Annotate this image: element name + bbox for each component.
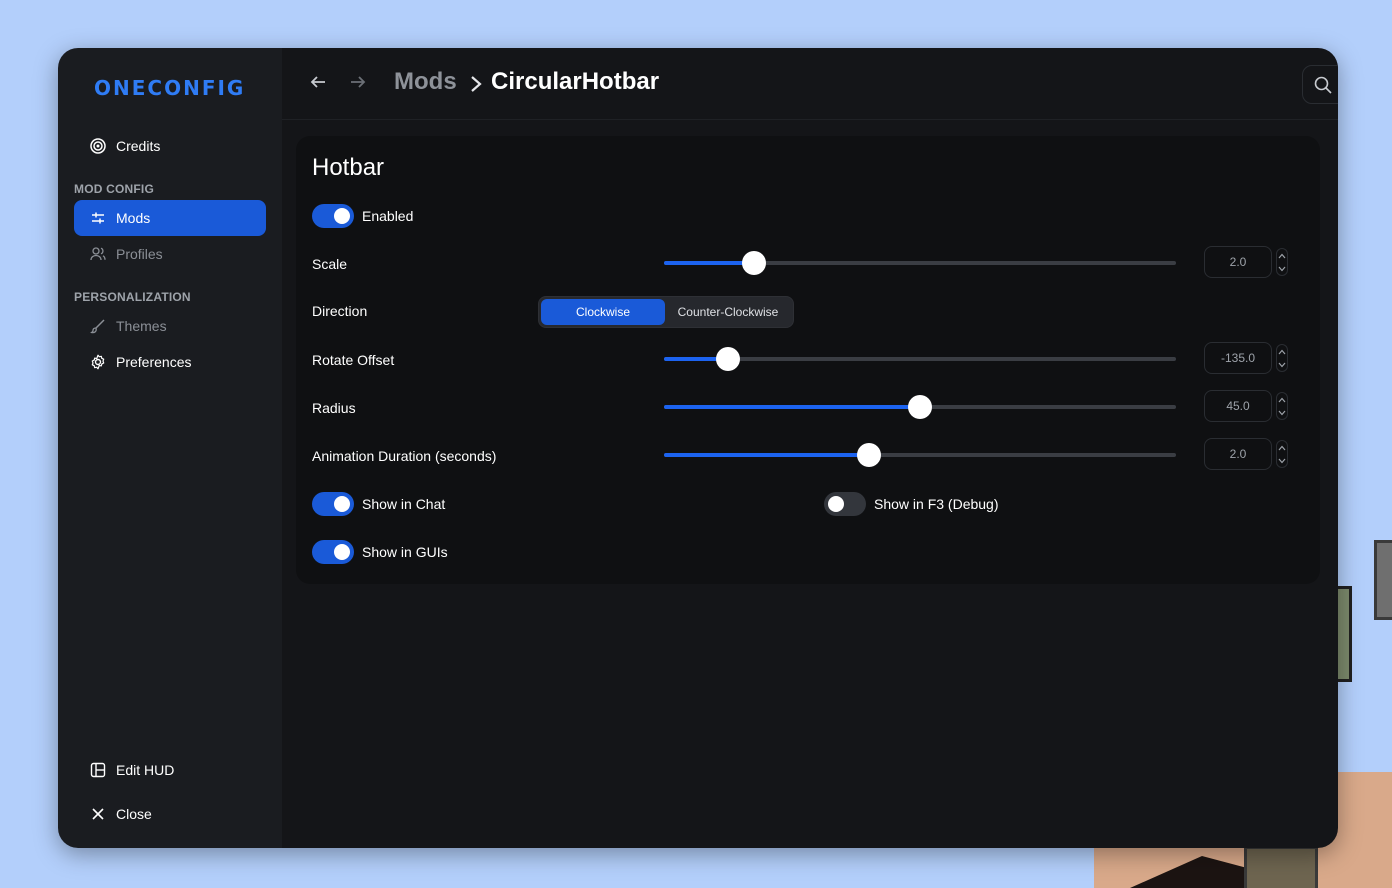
- sidebar-item-label: Credits: [116, 138, 161, 154]
- direction-label: Direction: [312, 303, 368, 319]
- breadcrumb-current: CircularHotbar: [491, 68, 660, 95]
- chevron-down-icon[interactable]: [1278, 266, 1286, 272]
- direction-selector: Clockwise Counter-Clockwise: [538, 296, 794, 328]
- sidebar-item-credits[interactable]: Credits: [74, 128, 266, 164]
- back-arrow-icon: [309, 73, 327, 96]
- show-in-chat-label: Show in Chat: [362, 496, 446, 512]
- profiles-icon: [90, 246, 106, 262]
- show-in-f3-label: Show in F3 (Debug): [874, 496, 999, 512]
- slider-thumb[interactable]: [741, 251, 766, 275]
- breadcrumb-parent[interactable]: Mods: [394, 68, 457, 96]
- radius-label: Radius: [312, 400, 356, 416]
- animation-duration-stepper[interactable]: [1276, 440, 1288, 468]
- animation-duration-value-field[interactable]: 2.0: [1204, 438, 1272, 470]
- sidebar-item-label: Edit HUD: [116, 762, 175, 778]
- close-icon: [90, 806, 106, 822]
- back-button[interactable]: [306, 72, 330, 96]
- rotate-offset-stepper[interactable]: [1276, 344, 1288, 372]
- enabled-label: Enabled: [362, 208, 414, 224]
- edit-hud-icon: [90, 762, 106, 778]
- toggle-knob: [334, 496, 350, 512]
- chevron-up-icon[interactable]: [1278, 253, 1286, 259]
- sidebar: ONECONFIG Credits MOD CONFIG Mods Profil…: [58, 48, 282, 848]
- section-label-personalization: PERSONALIZATION: [74, 290, 191, 304]
- background-block: [1374, 540, 1392, 620]
- chevron-up-icon[interactable]: [1278, 349, 1286, 355]
- radius-stepper[interactable]: [1276, 392, 1288, 420]
- sidebar-item-label: Profiles: [116, 246, 163, 262]
- chevron-down-icon[interactable]: [1278, 362, 1286, 368]
- toggle-knob: [828, 496, 844, 512]
- animation-duration-label: Animation Duration (seconds): [312, 448, 497, 464]
- radius-slider[interactable]: [664, 395, 1176, 419]
- panel-title: Hotbar: [312, 154, 385, 181]
- scale-label: Scale: [312, 256, 348, 272]
- scale-stepper[interactable]: [1276, 248, 1288, 276]
- slider-fill: [664, 453, 869, 457]
- slider-thumb[interactable]: [716, 347, 740, 371]
- sidebar-item-preferences[interactable]: Preferences: [74, 344, 266, 380]
- chevron-up-icon[interactable]: [1278, 445, 1286, 451]
- rotate-offset-label: Rotate Offset: [312, 352, 395, 368]
- sidebar-item-themes[interactable]: Themes: [74, 308, 266, 344]
- slider-fill: [664, 405, 920, 409]
- sidebar-item-label: Themes: [116, 318, 167, 334]
- sidebar-item-label: Preferences: [116, 354, 192, 370]
- sidebar-item-label: Close: [116, 806, 152, 822]
- animation-duration-slider[interactable]: [664, 443, 1176, 467]
- sidebar-item-label: Mods: [116, 210, 151, 226]
- show-in-f3-toggle[interactable]: [824, 492, 866, 516]
- chevron-down-icon[interactable]: [1278, 458, 1286, 464]
- main-content: Mods CircularHotbar Hotbar Enabled Scale: [282, 48, 1338, 848]
- sidebar-item-profiles[interactable]: Profiles: [74, 236, 266, 272]
- chevron-right-icon: [468, 74, 484, 94]
- show-in-guis-toggle[interactable]: [312, 540, 354, 564]
- search-box[interactable]: [1302, 65, 1338, 104]
- sliders-icon: [90, 210, 106, 226]
- toggle-knob: [334, 208, 350, 224]
- scale-value-field[interactable]: 2.0: [1204, 246, 1272, 278]
- show-in-chat-toggle[interactable]: [312, 492, 354, 516]
- rotate-offset-value-field[interactable]: -135.0: [1204, 342, 1272, 374]
- forward-button[interactable]: [346, 72, 370, 96]
- section-label-mod-config: MOD CONFIG: [74, 182, 154, 196]
- sidebar-item-close[interactable]: Close: [74, 796, 266, 832]
- slider-thumb[interactable]: [908, 395, 932, 419]
- rotate-offset-slider[interactable]: [664, 347, 1176, 371]
- sidebar-item-mods[interactable]: Mods: [74, 200, 266, 236]
- gear-icon: [90, 354, 106, 370]
- forward-arrow-icon: [349, 73, 367, 96]
- credits-icon: [90, 138, 106, 154]
- search-icon: [1313, 75, 1333, 95]
- toggle-knob: [334, 544, 350, 560]
- chevron-down-icon[interactable]: [1278, 410, 1286, 416]
- chevron-up-icon[interactable]: [1278, 397, 1286, 403]
- enabled-toggle[interactable]: [312, 204, 354, 228]
- radius-value-field[interactable]: 45.0: [1204, 390, 1272, 422]
- scale-slider[interactable]: [664, 251, 1176, 275]
- background-held-item: [1244, 846, 1318, 888]
- hotbar-panel: Hotbar Enabled Scale 2.0 Direction Clock…: [296, 136, 1320, 584]
- slider-fill: [664, 261, 754, 265]
- oneconfig-logo: ONECONFIG: [94, 76, 246, 100]
- brush-icon: [90, 318, 106, 334]
- oneconfig-window: ONECONFIG Credits MOD CONFIG Mods Profil…: [58, 48, 1338, 848]
- sidebar-item-edit-hud[interactable]: Edit HUD: [74, 752, 266, 788]
- background-block: [1338, 586, 1352, 682]
- direction-option-counter-clockwise[interactable]: Counter-Clockwise: [665, 299, 791, 325]
- top-bar: Mods CircularHotbar: [282, 48, 1338, 120]
- slider-track: [664, 357, 1176, 361]
- direction-option-clockwise[interactable]: Clockwise: [541, 299, 665, 325]
- show-in-guis-label: Show in GUIs: [362, 544, 448, 560]
- slider-thumb[interactable]: [856, 443, 881, 467]
